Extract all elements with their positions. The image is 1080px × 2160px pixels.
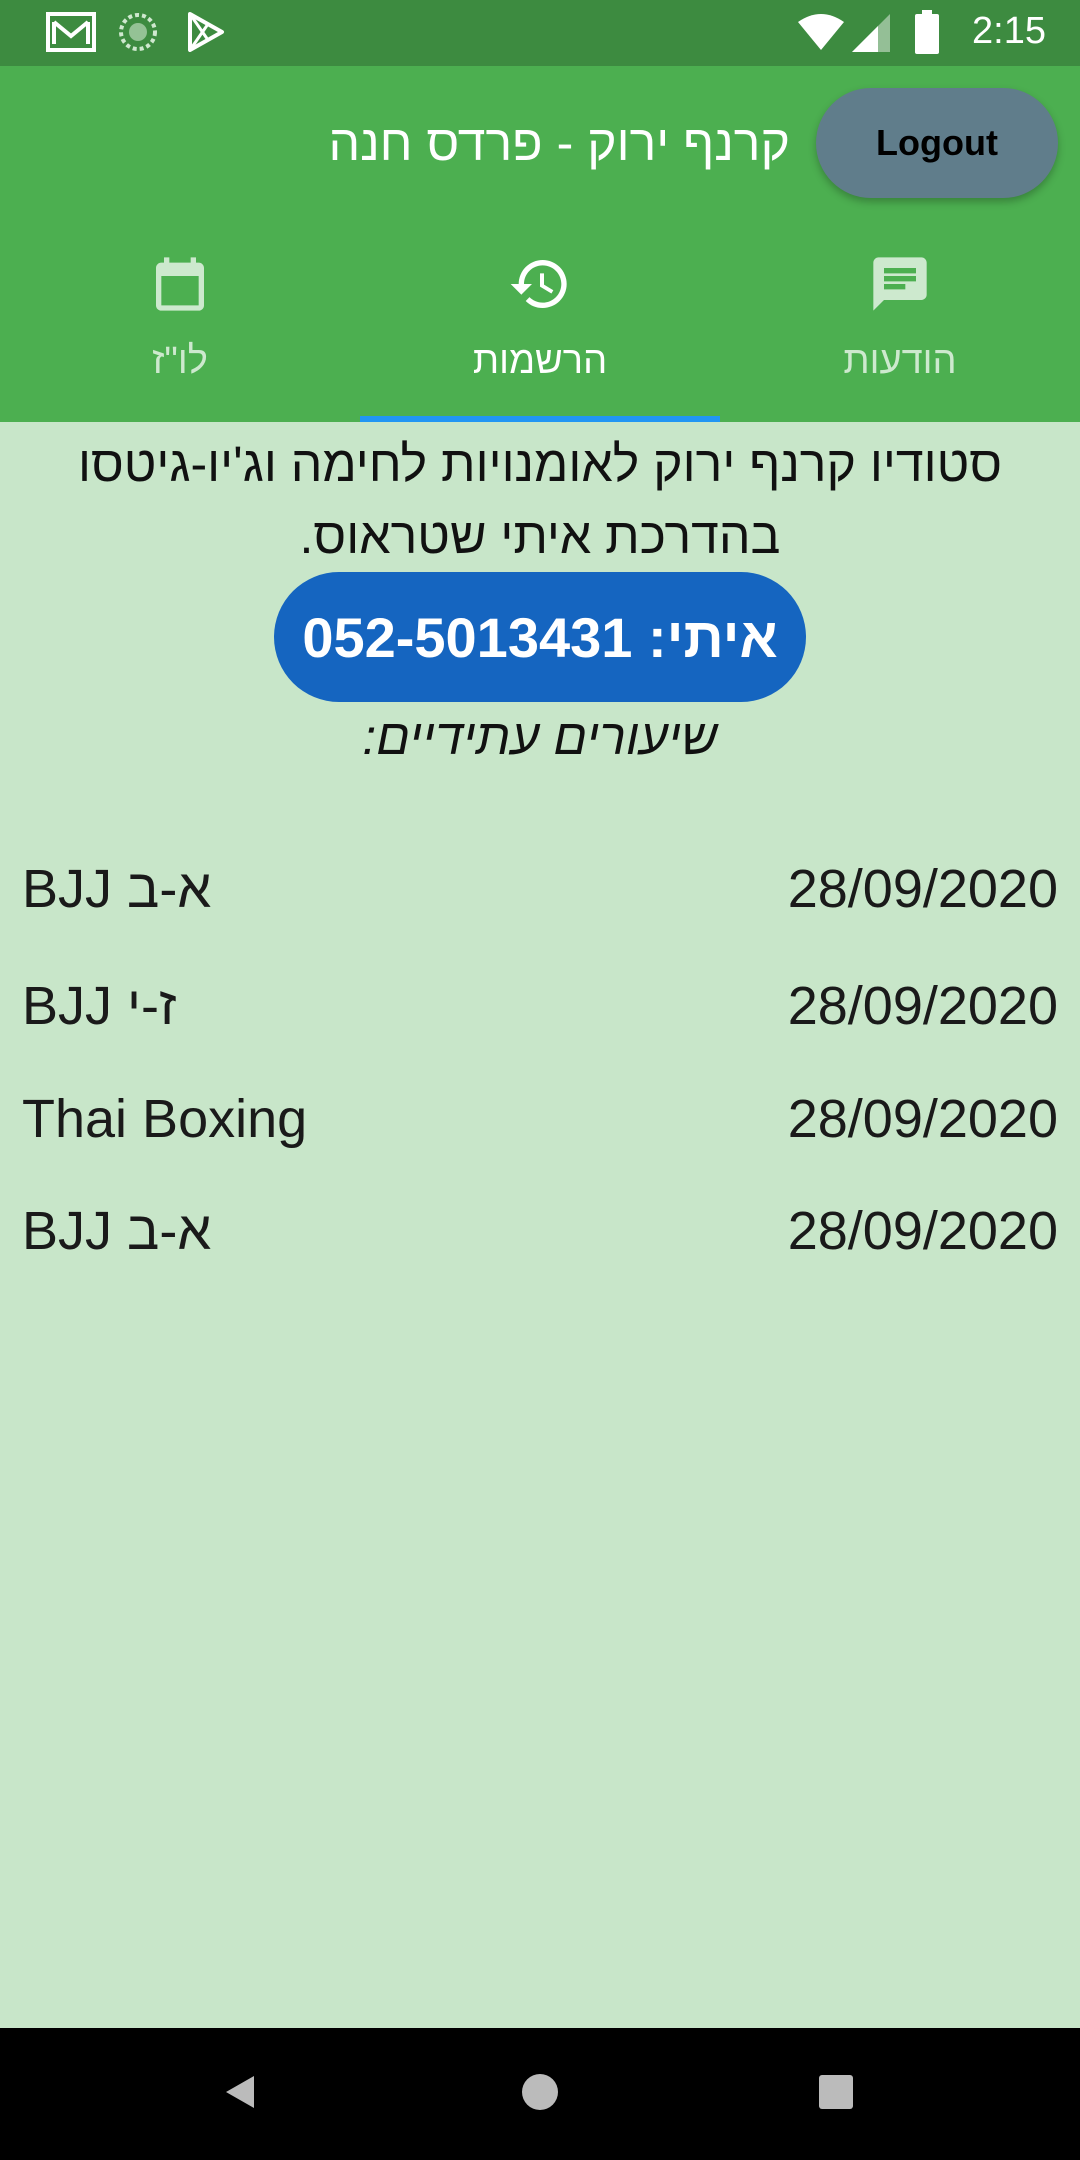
back-button[interactable] bbox=[190, 2028, 290, 2160]
logout-button[interactable]: Logout bbox=[816, 88, 1058, 198]
system-nav-bar bbox=[0, 2028, 1080, 2160]
class-date: 28/09/2020 bbox=[787, 1089, 1058, 1149]
phone-call-button[interactable]: איתי: 052-5013431 bbox=[274, 572, 806, 702]
class-name: Thai Boxing bbox=[22, 1089, 308, 1149]
class-row[interactable]: BJJ א-ב 28/09/2020 bbox=[22, 1200, 1058, 1280]
status-bar: 2:15 bbox=[0, 0, 1080, 66]
class-date: 28/09/2020 bbox=[787, 976, 1058, 1036]
app-bar: Logout קרנף ירוק - פרדס חנה הודעות הרשמו… bbox=[0, 66, 1080, 422]
home-button[interactable] bbox=[490, 2028, 590, 2160]
history-icon bbox=[508, 252, 572, 321]
app-title: קרנף ירוק - פרדס חנה bbox=[328, 115, 790, 171]
tab-label: הרשמות bbox=[472, 340, 608, 382]
class-date: 28/09/2020 bbox=[787, 1201, 1058, 1261]
battery-icon bbox=[914, 10, 940, 59]
recents-button[interactable] bbox=[786, 2028, 886, 2160]
tab-notifications[interactable]: הודעות bbox=[720, 236, 1080, 422]
back-icon bbox=[220, 2072, 260, 2117]
class-name: BJJ ז-י bbox=[22, 976, 177, 1036]
class-row[interactable]: BJJ א-ב 28/09/2020 bbox=[22, 858, 1058, 938]
future-classes-heading: שיעורים עתידיים: bbox=[362, 709, 718, 765]
class-row[interactable]: Thai Boxing 28/09/2020 bbox=[22, 1088, 1058, 1168]
tab-indicator bbox=[360, 416, 720, 422]
play-store-icon bbox=[186, 12, 226, 57]
status-time: 2:15 bbox=[972, 10, 1046, 52]
gmail-icon bbox=[46, 12, 96, 57]
class-name: BJJ א-ב bbox=[22, 859, 212, 919]
tab-registrations[interactable]: הרשמות bbox=[360, 236, 720, 422]
home-icon bbox=[520, 2072, 560, 2117]
tab-label: הודעות bbox=[843, 340, 957, 382]
calendar-icon bbox=[148, 252, 212, 321]
tab-schedule[interactable]: לו"ז bbox=[0, 236, 360, 422]
wifi-icon bbox=[796, 14, 846, 57]
signal-icon bbox=[852, 14, 892, 57]
class-name: BJJ א-ב bbox=[22, 1201, 212, 1261]
tab-label: לו"ז bbox=[152, 340, 208, 382]
message-icon bbox=[868, 252, 932, 321]
studio-description: סטודיו קרנף ירוק לאומנויות לחימה וג'יו-ג… bbox=[77, 436, 1003, 564]
recents-icon bbox=[816, 2072, 856, 2117]
sync-icon bbox=[118, 12, 158, 57]
class-date: 28/09/2020 bbox=[787, 859, 1058, 919]
class-row[interactable]: BJJ ז-י 28/09/2020 bbox=[22, 975, 1058, 1055]
